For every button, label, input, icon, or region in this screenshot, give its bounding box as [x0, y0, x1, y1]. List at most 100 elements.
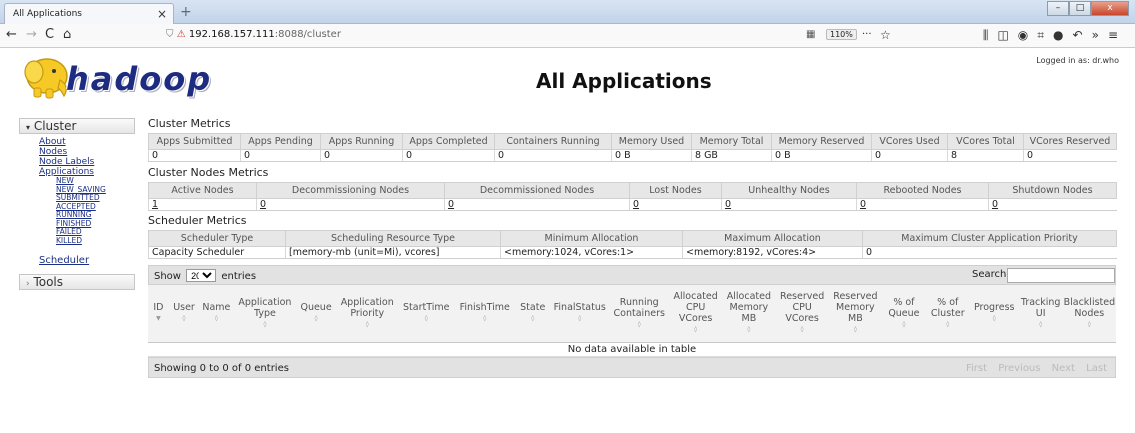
shutdown-nodes-link[interactable]: 0 — [992, 199, 998, 210]
forward-arrow-icon[interactable]: → — [26, 27, 37, 42]
column-allocated-cpu[interactable]: Allocated CPU VCores ◊ — [669, 285, 723, 343]
pager-previous-button[interactable]: Previous — [998, 363, 1040, 374]
sort-icon: ◊ — [1087, 320, 1091, 328]
sidebar-link-node-labels[interactable]: Node Labels — [39, 157, 135, 167]
maximize-button[interactable]: □ — [1069, 1, 1091, 16]
node-metrics-title: Cluster Nodes Metrics — [148, 166, 269, 179]
column-queue[interactable]: Queue ◊ — [296, 285, 336, 343]
pager-last-button[interactable]: Last — [1086, 363, 1107, 374]
screenshot-icon[interactable]: ⌗ — [1037, 28, 1053, 42]
scheduler-metric-header: Maximum Allocation — [682, 230, 863, 247]
column-reserved-memory[interactable]: Reserved Memory MB ◊ — [828, 285, 882, 343]
sidebar-link-scheduler[interactable]: Scheduler — [39, 255, 89, 266]
column-finish-time[interactable]: FinishTime ◊ — [453, 285, 516, 343]
column-application-type[interactable]: Application Type ◊ — [233, 285, 297, 343]
column-tracking-ui[interactable]: Tracking UI ◊ — [1018, 285, 1063, 343]
active-nodes-link[interactable]: 1 — [152, 199, 158, 210]
menu-icon[interactable]: ≡ — [1108, 28, 1127, 42]
sidebar-link-applications[interactable]: Applications — [39, 167, 135, 177]
reload-icon[interactable]: C — [45, 27, 54, 42]
column-application-priority[interactable]: Application Priority ◊ — [335, 285, 399, 343]
metric-header: VCores Reserved — [1023, 133, 1117, 150]
sidebar-link-nodes[interactable]: Nodes — [39, 147, 135, 157]
column-progress[interactable]: Progress ◊ — [969, 285, 1019, 343]
lost-nodes-link[interactable]: 0 — [633, 199, 639, 210]
chat-icon[interactable]: ● — [1053, 28, 1072, 42]
column-allocated-memory[interactable]: Allocated Memory MB ◊ — [722, 285, 776, 343]
column-id[interactable]: ID ▼ — [148, 285, 169, 343]
collapse-triangle-icon: › — [26, 279, 30, 289]
node-metric-header: Unhealthy Nodes — [721, 182, 857, 199]
entries-label: entries — [221, 271, 257, 282]
unhealthy-nodes-link[interactable]: 0 — [725, 199, 731, 210]
node-metrics-table: Active Nodes Decommissioning Nodes Decom… — [148, 182, 1117, 211]
page-size-select[interactable]: 20 — [186, 269, 217, 282]
applications-table: ID ▼ User ◊ Name ◊ Application Type ◊ Queue ◊… — [148, 285, 1116, 357]
column-user[interactable]: User ◊ — [168, 285, 200, 343]
sidebar-app-states: NEW NEW_SAVING SUBMITTED ACCEPTED RUNNIN… — [39, 176, 135, 246]
sort-icon: ◊ — [424, 315, 428, 323]
browser-tab[interactable]: All Applications × — [4, 3, 174, 24]
sidebar-tools-header[interactable]: › Tools — [19, 274, 135, 290]
back-arrow-icon[interactable]: ← — [6, 27, 17, 42]
undo-icon[interactable]: ↶ — [1073, 28, 1092, 42]
column-name[interactable]: Name ◊ — [199, 285, 234, 343]
node-metric-header: Active Nodes — [148, 182, 257, 199]
minimize-button[interactable]: – — [1047, 1, 1069, 16]
tab-close-icon[interactable]: × — [157, 7, 167, 21]
decommissioned-nodes-link[interactable]: 0 — [448, 199, 454, 210]
column-blacklisted-nodes[interactable]: Blacklisted Nodes ◊ — [1062, 285, 1116, 343]
sort-desc-icon: ▼ — [156, 315, 161, 323]
column-start-time[interactable]: StartTime ◊ — [398, 285, 454, 343]
node-metric-value: 0 — [444, 198, 630, 211]
scheduler-metrics-value-row: Capacity Scheduler [memory-mb (unit=Mi),… — [148, 246, 1117, 259]
cluster-metrics-section: Cluster Metrics Apps Submitted Apps Pend… — [148, 117, 1117, 162]
pager-next-button[interactable]: Next — [1052, 363, 1075, 374]
qr-icon[interactable]: ▦ — [806, 29, 815, 40]
column-final-status[interactable]: FinalStatus ◊ — [549, 285, 610, 343]
sort-icon: ◊ — [314, 315, 318, 323]
home-icon[interactable]: ⌂ — [63, 27, 71, 42]
metric-header: VCores Total — [947, 133, 1024, 150]
empty-message: No data available in table — [148, 342, 1116, 357]
new-tab-icon[interactable]: + — [180, 4, 192, 20]
sidebar-link-killed[interactable]: KILLED — [56, 236, 135, 246]
sort-icon: ◊ — [800, 326, 804, 334]
sidebar-tools-label: Tools — [33, 275, 63, 289]
column-state[interactable]: State ◊ — [515, 285, 550, 343]
library-icon[interactable]: ⫼ — [983, 28, 998, 42]
extension-icon[interactable]: ◉ — [1018, 28, 1037, 42]
column-percent-cluster[interactable]: % of Cluster ◊ — [925, 285, 970, 343]
sidebar-icon[interactable]: ◫ — [997, 28, 1017, 42]
metric-value: 8 — [947, 149, 1024, 162]
shield-icon: ⛉ — [166, 29, 174, 40]
column-percent-queue[interactable]: % of Queue ◊ — [882, 285, 926, 343]
sidebar-cluster-header[interactable]: ▾ Cluster — [19, 118, 135, 134]
rebooted-nodes-link[interactable]: 0 — [860, 199, 866, 210]
browser-tabbar: All Applications × + – □ x — [0, 0, 1135, 24]
cluster-metrics-header-row: Apps Submitted Apps Pending Apps Running… — [148, 133, 1117, 150]
applications-table-toolbar: Show 20 entries Search: — [148, 265, 1116, 285]
sidebar-cluster-links: About Nodes Node Labels Applications NEW… — [19, 134, 135, 245]
close-window-button[interactable]: x — [1091, 1, 1129, 16]
scheduler-metric-value: [memory-mb (unit=Mi), vcores] — [285, 246, 501, 259]
overflow-icon[interactable]: » — [1092, 28, 1108, 42]
page-title: All Applications — [536, 69, 712, 93]
sort-icon: ◊ — [483, 315, 487, 323]
page-actions-icon[interactable]: ··· — [862, 29, 872, 40]
elephant-logo-icon — [24, 58, 68, 99]
zoom-level[interactable]: 110% — [826, 29, 857, 40]
window-controls: – □ x — [1047, 1, 1129, 16]
decommissioning-nodes-link[interactable]: 0 — [260, 199, 266, 210]
sort-icon: ◊ — [694, 326, 698, 334]
logo-wordmark: hadoop — [66, 60, 213, 98]
column-reserved-cpu[interactable]: Reserved CPU VCores ◊ — [775, 285, 829, 343]
metric-header: VCores Used — [871, 133, 948, 150]
column-running-containers[interactable]: Running Containers ◊ — [609, 285, 669, 343]
sort-icon: ◊ — [578, 315, 582, 323]
sidebar-link-about[interactable]: About — [39, 137, 135, 147]
pager-first-button[interactable]: First — [966, 363, 987, 374]
scheduler-metrics-header-row: Scheduler Type Scheduling Resource Type … — [148, 230, 1117, 247]
search-input[interactable] — [1007, 268, 1115, 283]
bookmark-star-icon[interactable]: ☆ — [880, 28, 891, 42]
